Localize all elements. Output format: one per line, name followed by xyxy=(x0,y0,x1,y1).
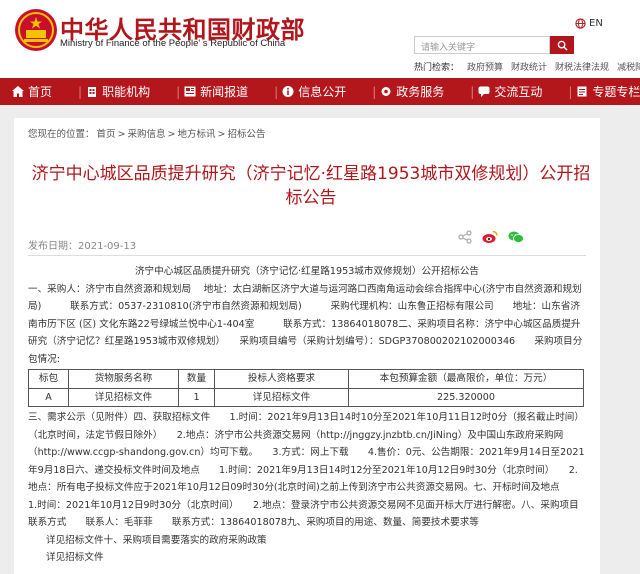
nav-services[interactable]: | 政务服务 xyxy=(360,78,458,105)
body-subtitle: 济宁中心城区品质提升研究（济宁记忆·红星路1953城市双修规划）公开招标公告 xyxy=(134,266,480,277)
breadcrumb-prefix: 您现在的位置： xyxy=(28,129,95,140)
table-cell: 1 xyxy=(178,387,215,407)
hot-link[interactable]: 财税法律法规 xyxy=(555,60,609,73)
nav-special-topics[interactable]: | 专题专栏 xyxy=(556,78,640,105)
table-cell: 详见招标文件 xyxy=(68,387,179,407)
search-icon xyxy=(557,40,568,51)
home-icon xyxy=(12,86,24,97)
bid-package-table: 标包 货物服务名称 数量 投标人资格要求 本包预算金额（最高限价，单位：万元） … xyxy=(28,369,584,407)
nav-label: 信息公开 xyxy=(298,85,347,99)
breadcrumb-current[interactable]: 招标公告 xyxy=(227,129,265,140)
table-cell: 详见招标文件 xyxy=(214,387,349,407)
title-divider xyxy=(28,255,586,256)
nav-divider: | xyxy=(372,84,377,99)
nav-divider: | xyxy=(470,84,475,99)
table-cell: A xyxy=(28,387,69,407)
national-emblem-icon xyxy=(15,9,57,51)
nav-divider: | xyxy=(78,84,83,99)
search-button[interactable] xyxy=(550,36,574,54)
breadcrumb-link[interactable]: 地方标讯 xyxy=(177,129,215,140)
table-row: A 详见招标文件 1 详见招标文件 225.320000 xyxy=(28,387,584,407)
chat-icon xyxy=(478,86,490,97)
nav-label: 政务服务 xyxy=(396,85,445,99)
hot-search-label: 热门检索： xyxy=(414,63,460,73)
breadcrumb-separator: > xyxy=(117,129,126,140)
language-switch[interactable]: EN xyxy=(575,18,603,29)
nav-divider: | xyxy=(568,84,573,99)
table-header-cell: 标包 xyxy=(28,369,69,389)
table-cell: 225.320000 xyxy=(348,387,584,407)
search-input[interactable]: 请输入关键字 xyxy=(414,36,550,54)
nav-departments[interactable]: | 职能机构 xyxy=(66,78,164,105)
nav-news[interactable]: | 新闻报道 xyxy=(164,78,262,105)
article-panel: 您现在的位置： 首页 > 采购信息 > 地方标讯 > 招标公告 济宁中心城区品质提升研究（济宁… xyxy=(14,118,600,574)
table-header-cell: 货物服务名称 xyxy=(68,369,179,389)
table-header-cell: 数量 xyxy=(178,369,215,389)
table-header-cell: 本包预算金额（最高限价，单位：万元） xyxy=(348,369,584,389)
newspaper-icon xyxy=(184,86,196,97)
nav-divider: | xyxy=(274,84,279,99)
main-nav: 首页 | 职能机构 | 新闻报道 | 信息公开 | 政务服务 | 交流互动 | … xyxy=(0,78,640,105)
document-icon xyxy=(577,86,587,97)
nav-divider: | xyxy=(176,84,181,99)
breadcrumb: 您现在的位置： 首页 > 采购信息 > 地方标讯 > 招标公告 xyxy=(28,126,267,140)
nav-home[interactable]: 首页 xyxy=(0,78,66,105)
body-paragraph: 三、需求公示（见附件）四、获取招标文件 1.时间：2021年9月13日14时10… xyxy=(28,412,585,528)
breadcrumb-link[interactable]: 首页 xyxy=(97,129,116,140)
publish-label: 发布日期： xyxy=(28,241,78,252)
language-label: EN xyxy=(589,18,603,29)
publish-info: 发布日期：2021-09-13 xyxy=(28,237,136,252)
breadcrumb-separator: > xyxy=(167,129,176,140)
nav-info-disclosure[interactable]: | 信息公开 xyxy=(262,78,360,105)
wechat-icon[interactable] xyxy=(508,230,524,244)
share-bar xyxy=(458,230,524,244)
building-icon xyxy=(88,87,97,97)
gear-icon xyxy=(381,87,391,96)
site-title-en: Ministry of Finance of the People' s Rep… xyxy=(60,38,286,49)
hot-search: 热门检索： 政府预算 财政统计 财税法律法规 减税降费 xyxy=(414,60,640,73)
nav-label: 首页 xyxy=(28,85,53,99)
nav-label: 专题专栏 xyxy=(592,85,640,99)
body-paragraph: 一、采购人：济宁市自然资源和规划局 地址：太白湖新区济宁大道与运河路口西南角运动… xyxy=(28,283,583,365)
nav-label: 职能机构 xyxy=(102,85,151,99)
nav-interaction[interactable]: | 交流互动 xyxy=(458,78,556,105)
weibo-icon[interactable] xyxy=(482,230,498,244)
nav-label: 新闻报道 xyxy=(200,85,249,99)
table-header-row: 标包 货物服务名称 数量 投标人资格要求 本包预算金额（最高限价，单位：万元） xyxy=(28,369,584,389)
article-title: 济宁中心城区品质提升研究（济宁记忆·红星路1953城市双修规划）公开招标公告 xyxy=(31,164,591,208)
breadcrumb-separator: > xyxy=(217,129,226,140)
share-icon[interactable] xyxy=(458,230,472,244)
globe-icon xyxy=(575,18,586,29)
article-body: 济宁中心城区品质提升研究（济宁记忆·红星路1953城市双修规划）公开招标公告 一… xyxy=(28,263,586,567)
info-icon xyxy=(282,86,294,97)
breadcrumb-link[interactable]: 采购信息 xyxy=(128,129,166,140)
body-line: 详见招标文件十、采购项目需要落实的政府采购政策 xyxy=(46,534,267,546)
body-line: 详见招标文件 xyxy=(46,552,104,563)
publish-date: 2021-09-13 xyxy=(78,241,137,252)
table-header-cell: 投标人资格要求 xyxy=(214,369,349,389)
nav-label: 交流互动 xyxy=(494,85,543,99)
site-header: 中华人民共和国财政部 Ministry of Finance of the Pe… xyxy=(0,0,640,78)
hot-link[interactable]: 减税降费 xyxy=(617,60,640,73)
hot-link[interactable]: 政府预算 xyxy=(467,60,503,73)
hot-link[interactable]: 财政统计 xyxy=(511,60,547,73)
